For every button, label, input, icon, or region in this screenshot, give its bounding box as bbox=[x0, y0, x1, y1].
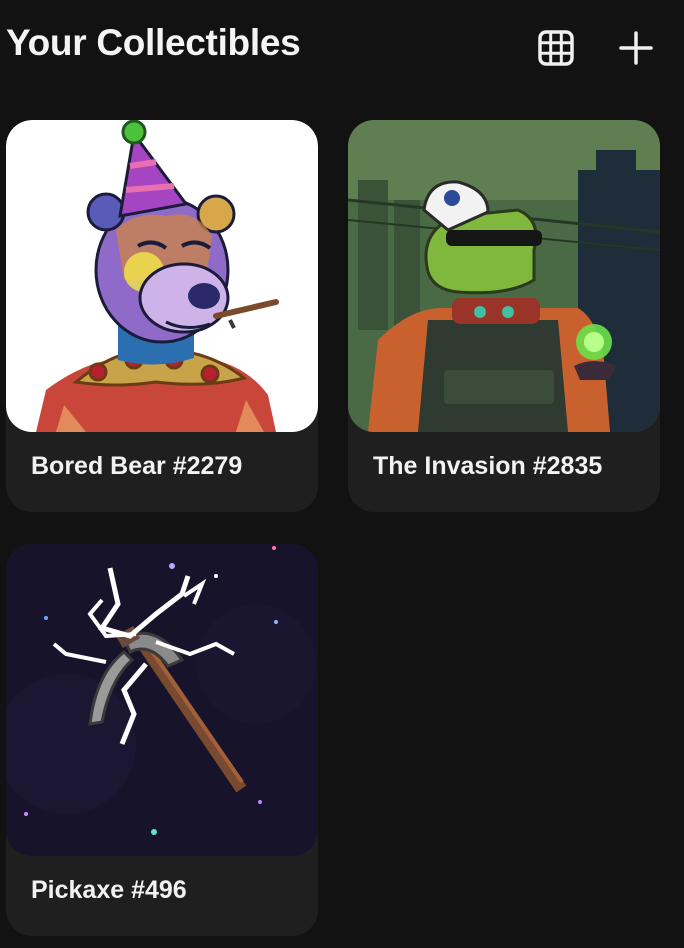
collectible-image bbox=[6, 120, 318, 432]
grid-view-button[interactable] bbox=[534, 26, 578, 70]
collectible-image bbox=[6, 544, 318, 856]
page-title: Your Collectibles bbox=[6, 22, 301, 63]
add-collectible-button[interactable] bbox=[614, 26, 658, 70]
collectible-name: The Invasion #2835 bbox=[373, 452, 603, 480]
collectible-image bbox=[348, 120, 660, 432]
collectible-card[interactable]: Pickaxe #496 bbox=[6, 544, 318, 936]
plus-icon bbox=[619, 31, 653, 65]
collectible-card[interactable]: The Invasion #2835 bbox=[348, 120, 660, 512]
collectible-name: Pickaxe #496 bbox=[31, 876, 187, 904]
collectibles-screen: Your Collectibles Bored Bear #2279 The I… bbox=[0, 0, 684, 948]
collectible-name: Bored Bear #2279 bbox=[31, 452, 243, 480]
header: Your Collectibles bbox=[0, 0, 684, 96]
grid-view-icon bbox=[538, 30, 574, 66]
collectible-card[interactable]: Bored Bear #2279 bbox=[6, 120, 318, 512]
